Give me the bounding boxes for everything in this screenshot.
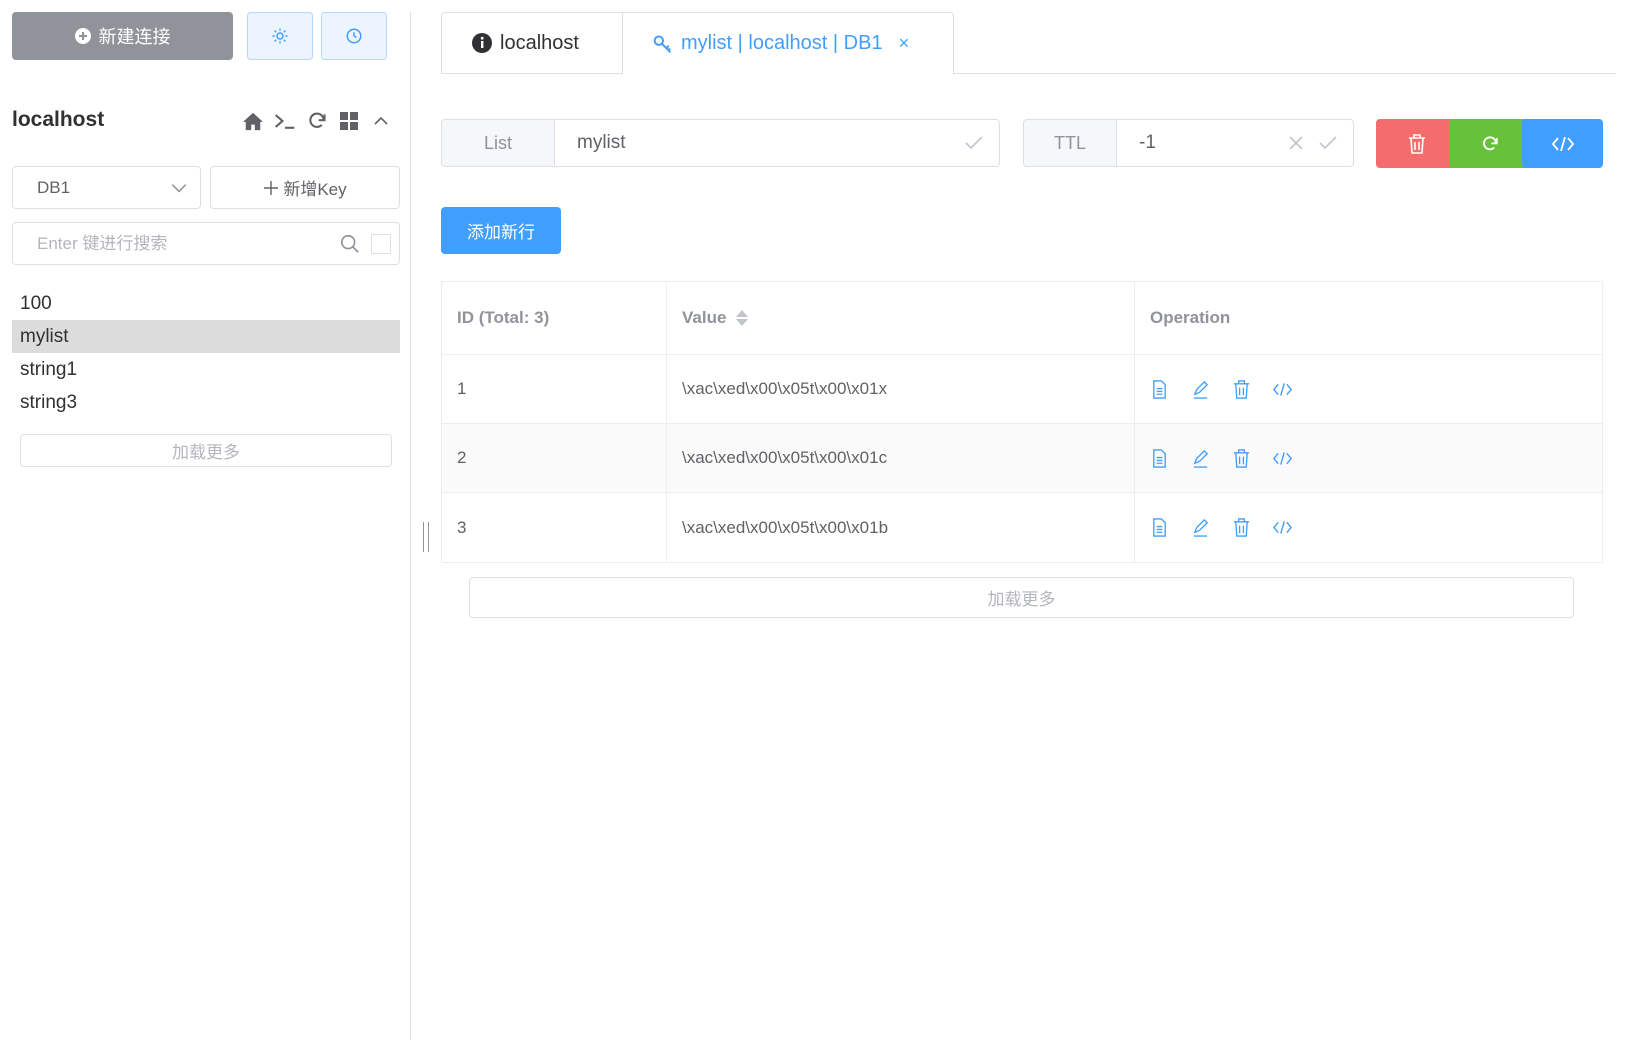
cell-value: \xac\xed\x00\x05t\x00\x01x (667, 355, 1135, 423)
connection-title: localhost (12, 108, 105, 131)
trash-icon (1408, 133, 1425, 154)
check-icon[interactable] (1319, 136, 1337, 150)
key-name-group: List mylist (441, 119, 1000, 167)
cell-id: 1 (442, 355, 667, 423)
refresh-icon[interactable] (306, 110, 328, 132)
list-item[interactable]: mylist (12, 320, 400, 353)
column-header-operation: Operation (1150, 308, 1231, 327)
history-button[interactable] (321, 12, 387, 60)
edit-icon[interactable] (1191, 449, 1210, 468)
sidebar-divider (410, 12, 411, 1040)
tab-localhost[interactable]: localhost (441, 12, 623, 74)
plus-circle-icon (74, 28, 91, 44)
add-key-label: 新增Key (283, 180, 347, 199)
code-icon[interactable] (1273, 449, 1292, 468)
trash-icon[interactable] (1232, 379, 1251, 399)
ttl-label: TTL (1024, 120, 1117, 166)
tab-label: localhost (500, 31, 579, 54)
db-select-value: DB1 (37, 177, 71, 197)
cell-value: \xac\xed\x00\x05t\x00\x01c (667, 424, 1135, 492)
add-row-button[interactable]: 添加新行 (441, 207, 561, 254)
tab-label: mylist | localhost | DB1 (681, 32, 883, 54)
settings-button[interactable] (247, 12, 313, 60)
column-header-id: ID (Total: 3) (442, 282, 667, 354)
column-header-value-label: Value (682, 308, 727, 327)
key-type-label: List (442, 120, 555, 166)
view-icon[interactable] (1150, 518, 1169, 537)
view-icon[interactable] (1150, 379, 1169, 399)
refresh-icon (1482, 135, 1498, 150)
key-search (12, 222, 400, 265)
tab-bar: localhost mylist | localhost | DB1 × (441, 12, 1616, 75)
list-item[interactable]: string3 (12, 386, 400, 419)
chevron-down-icon (171, 183, 187, 192)
table-row: 2 \xac\xed\x00\x05t\x00\x01c (442, 424, 1602, 493)
refresh-key-button[interactable] (1449, 119, 1530, 168)
list-item[interactable]: string1 (12, 353, 400, 386)
table-row: 1 \xac\xed\x00\x05t\x00\x01x (442, 355, 1602, 424)
trash-icon[interactable] (1232, 518, 1251, 537)
home-icon[interactable] (242, 110, 264, 132)
load-more-keys-button[interactable]: 加载更多 (20, 434, 392, 467)
list-table: ID (Total: 3) Value Operation 1 \xac\xed… (441, 281, 1603, 563)
edit-icon[interactable] (1191, 380, 1210, 399)
cell-operations (1135, 424, 1602, 492)
grid-icon[interactable] (338, 110, 360, 132)
list-item[interactable]: 100 (12, 287, 400, 320)
clock-icon (346, 28, 362, 44)
cell-operations (1135, 493, 1602, 562)
new-connection-label: 新建连接 (98, 27, 171, 47)
trash-icon[interactable] (1232, 448, 1251, 468)
load-more-rows-button[interactable]: 加载更多 (469, 577, 1574, 618)
code-icon[interactable] (1273, 380, 1292, 399)
delete-key-button[interactable] (1376, 119, 1457, 168)
view-icon[interactable] (1150, 448, 1169, 468)
key-name-input[interactable]: mylist (555, 120, 965, 166)
search-icon[interactable] (339, 233, 361, 255)
table-row: 3 \xac\xed\x00\x05t\x00\x01b (442, 493, 1602, 562)
cell-id: 2 (442, 424, 667, 492)
key-icon (653, 35, 672, 53)
tab-mylist[interactable]: mylist | localhost | DB1 × (622, 12, 954, 75)
resize-handle[interactable] (423, 522, 429, 552)
code-icon (1551, 136, 1574, 151)
table-header-row: ID (Total: 3) Value Operation (442, 282, 1602, 355)
close-icon[interactable]: × (899, 33, 910, 54)
key-search-input[interactable] (37, 233, 339, 254)
connection-toolbar (242, 110, 392, 132)
cell-value: \xac\xed\x00\x05t\x00\x01b (667, 493, 1135, 562)
edit-icon[interactable] (1191, 518, 1210, 537)
clear-icon[interactable] (1289, 136, 1303, 150)
add-key-button[interactable]: 新增Key (210, 166, 400, 209)
gear-icon (272, 28, 288, 44)
code-icon[interactable] (1273, 518, 1292, 537)
check-icon[interactable] (965, 136, 983, 150)
terminal-icon[interactable] (274, 110, 296, 132)
chevron-up-icon[interactable] (370, 110, 392, 132)
ttl-input[interactable]: -1 (1117, 120, 1289, 166)
column-header-value[interactable]: Value (667, 282, 1135, 354)
new-connection-button[interactable]: 新建连接 (12, 12, 233, 60)
info-icon (472, 33, 492, 53)
cell-operations (1135, 355, 1602, 423)
sort-icon[interactable] (736, 310, 749, 326)
db-select[interactable]: DB1 (12, 166, 201, 209)
key-list: 100 mylist string1 string3 (12, 287, 400, 419)
ttl-group: TTL -1 (1023, 119, 1354, 167)
plus-icon (264, 180, 279, 195)
cell-id: 3 (442, 493, 667, 562)
dump-command-button[interactable] (1522, 119, 1603, 168)
exact-search-checkbox[interactable] (371, 233, 391, 254)
